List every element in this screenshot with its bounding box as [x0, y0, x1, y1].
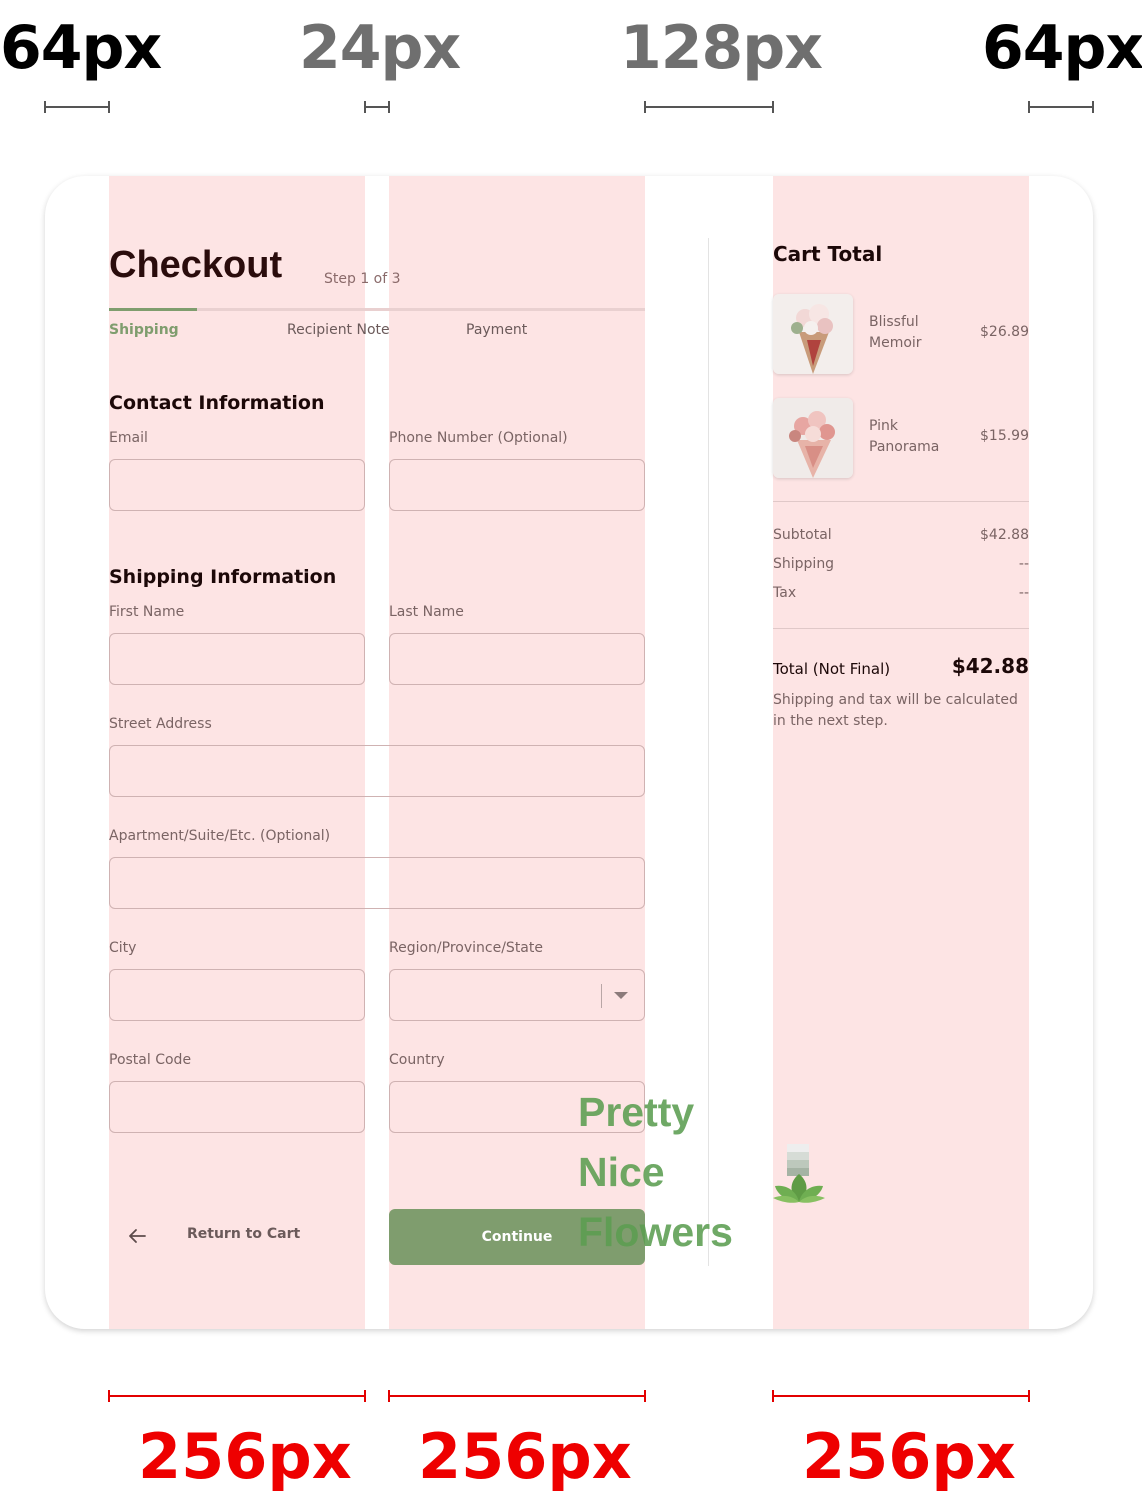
email-label: Email	[109, 430, 148, 446]
arrow-left-icon[interactable]	[125, 1224, 149, 1248]
city-label: City	[109, 940, 137, 956]
chevron-down-icon[interactable]	[614, 992, 628, 999]
street-label: Street Address	[109, 716, 212, 732]
progress-bar	[109, 308, 645, 311]
select-separator	[600, 984, 602, 1008]
last-name-label: Last Name	[389, 604, 464, 620]
logo-word-2: Nice	[578, 1149, 665, 1195]
annotation-margin-left-label: 64px	[0, 13, 162, 83]
total-value: $42.88	[951, 654, 1029, 678]
annotation-margin-right-bracket	[1028, 101, 1094, 113]
email-field[interactable]	[109, 459, 365, 511]
street-field[interactable]	[109, 745, 645, 797]
checkout-card: Checkout Step 1 of 3 Shipping Recipient …	[45, 176, 1093, 1329]
cart-item-price: $15.99	[980, 428, 1029, 444]
bouquet-image-icon	[773, 398, 853, 478]
annotation-sidebar-gap-bracket	[644, 101, 774, 113]
shipping-cost-label: Shipping	[773, 556, 835, 572]
annotation-gutter-label: 24px	[299, 13, 461, 83]
subtotal-label: Subtotal	[773, 527, 832, 543]
cart-divider	[773, 628, 1029, 629]
tab-recipient-note[interactable]: Recipient Note	[287, 322, 390, 338]
phone-field[interactable]	[389, 459, 645, 511]
phone-label: Phone Number (Optional)	[389, 430, 568, 446]
page-title: Checkout	[109, 244, 283, 286]
logo-word-3: Flowers	[578, 1209, 733, 1255]
last-name-field[interactable]	[389, 633, 645, 685]
region-label: Region/Province/State	[389, 940, 543, 956]
apt-label: Apartment/Suite/Etc. (Optional)	[109, 828, 331, 844]
city-field[interactable]	[109, 969, 365, 1021]
apt-field[interactable]	[109, 857, 645, 909]
annotation-gutter-bracket	[364, 101, 390, 113]
postal-label: Postal Code	[109, 1052, 192, 1068]
annotation-column-2-label: 256px	[418, 1420, 632, 1493]
annotation-column-3-bracket	[772, 1390, 1030, 1402]
total-label: Total (Not Final)	[773, 660, 891, 678]
annotation-margin-right-label: 64px	[982, 13, 1142, 83]
cart-item-price: $26.89	[980, 324, 1029, 340]
panel-divider	[708, 238, 709, 1266]
cart-item-name: Pink Panorama	[869, 418, 940, 455]
shipping-cost-value: --	[1018, 556, 1029, 572]
annotation-column-1-bracket	[108, 1390, 366, 1402]
subtotal-value: $42.88	[980, 527, 1029, 543]
lotus-logo-icon	[773, 1144, 825, 1203]
cart-item-name: Blissful Memoir	[869, 314, 922, 351]
annotation-margin-left-bracket	[44, 101, 110, 113]
annotation-column-3-label: 256px	[802, 1420, 1016, 1493]
progress-fill	[109, 308, 198, 311]
tax-value: --	[1018, 585, 1029, 601]
first-name-field[interactable]	[109, 633, 365, 685]
return-to-cart-link[interactable]: Return to Cart	[187, 1226, 300, 1242]
annotation-column-2-bracket	[388, 1390, 646, 1402]
total-note: Shipping and tax will be calculated in t…	[773, 692, 1018, 729]
tab-shipping[interactable]: Shipping	[109, 322, 179, 338]
step-indicator: Step 1 of 3	[324, 271, 401, 287]
bouquet-image-icon	[773, 294, 853, 374]
cart-divider	[773, 501, 1029, 502]
tab-payment[interactable]: Payment	[466, 322, 527, 338]
logo-word-1: Pretty	[578, 1089, 695, 1135]
annotation-sidebar-gap-label: 128px	[620, 13, 823, 83]
shipping-heading: Shipping Information	[109, 566, 337, 588]
contact-heading: Contact Information	[109, 392, 325, 414]
postal-field[interactable]	[109, 1081, 365, 1133]
first-name-label: First Name	[109, 604, 185, 620]
country-label: Country	[389, 1052, 445, 1068]
annotation-column-1-label: 256px	[138, 1420, 352, 1493]
cart-title: Cart Total	[773, 242, 883, 266]
tax-label: Tax	[773, 585, 797, 601]
region-select[interactable]	[389, 969, 645, 1021]
product-image	[773, 398, 853, 478]
product-image	[773, 294, 853, 374]
